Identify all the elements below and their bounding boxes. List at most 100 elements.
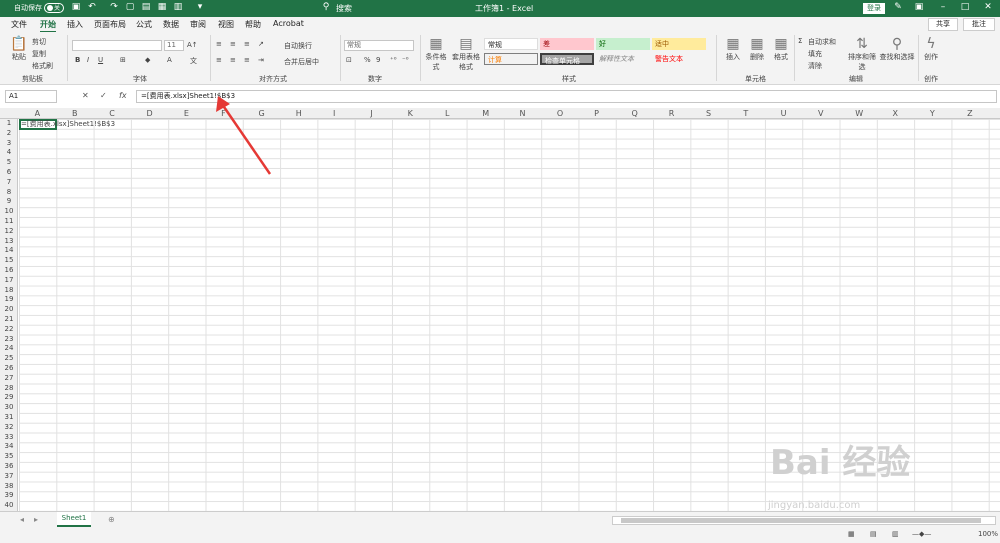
redo-icon[interactable]: ↷ xyxy=(108,2,120,14)
row-header[interactable]: 13 xyxy=(2,237,16,245)
style-normal[interactable]: 常规 xyxy=(484,38,538,50)
column-header[interactable]: O xyxy=(557,109,563,118)
style-check-cell[interactable]: 检查单元格 xyxy=(540,53,594,65)
sort-filter-button[interactable]: ⇅ 排序和筛选 xyxy=(845,36,879,72)
column-header[interactable]: E xyxy=(184,109,189,118)
style-neutral[interactable]: 适中 xyxy=(652,38,706,50)
row-header[interactable]: 40 xyxy=(2,501,16,509)
row-header[interactable]: 30 xyxy=(2,403,16,411)
decrease-decimal-icon[interactable]: ⁻⁰ xyxy=(402,56,409,64)
column-header[interactable]: Z xyxy=(967,109,972,118)
row-header[interactable]: 34 xyxy=(2,442,16,450)
column-header[interactable]: N xyxy=(520,109,526,118)
column-header[interactable]: S xyxy=(706,109,711,118)
column-header[interactable]: C xyxy=(109,109,115,118)
number-format-combo[interactable]: 常规 xyxy=(344,40,414,51)
column-header[interactable]: H xyxy=(296,109,302,118)
row-header[interactable]: 23 xyxy=(2,335,16,343)
tab-page-layout[interactable]: 页面布局 xyxy=(94,19,126,30)
autosave-toggle[interactable]: 关 xyxy=(44,3,64,13)
row-header[interactable]: 21 xyxy=(2,315,16,323)
normal-view-icon[interactable]: ▦ xyxy=(848,530,855,538)
enter-icon[interactable]: ✓ xyxy=(100,91,107,100)
column-header[interactable]: Y xyxy=(930,109,935,118)
font-size-combo[interactable]: 11 xyxy=(164,40,184,51)
tab-data[interactable]: 数据 xyxy=(163,19,179,30)
align-right-icon[interactable]: ≡ xyxy=(244,56,250,64)
row-header[interactable]: 39 xyxy=(2,491,16,499)
tab-insert[interactable]: 插入 xyxy=(67,19,83,30)
column-header[interactable]: B xyxy=(72,109,78,118)
row-header[interactable]: 22 xyxy=(2,325,16,333)
add-sheet-icon[interactable]: ⊕ xyxy=(108,515,115,524)
currency-icon[interactable]: ⊡ xyxy=(346,56,352,64)
column-header[interactable]: L xyxy=(445,109,449,118)
tab-home[interactable]: 开始 xyxy=(40,19,56,33)
row-header[interactable]: 37 xyxy=(2,472,16,480)
row-header[interactable]: 33 xyxy=(2,433,16,441)
font-color-icon[interactable]: A xyxy=(167,56,172,64)
comma-icon[interactable]: 9 xyxy=(376,56,380,64)
column-header[interactable]: X xyxy=(893,109,898,118)
format-painter-button[interactable]: 格式刷 xyxy=(32,61,53,71)
tab-acrobat[interactable]: Acrobat xyxy=(273,19,304,28)
comment-button[interactable]: 批注 xyxy=(963,18,995,31)
quick-print-icon[interactable]: ▥ xyxy=(172,2,184,14)
conditional-format-button[interactable]: ▦ 条件格式 xyxy=(423,36,449,72)
minimize-icon[interactable]: – xyxy=(936,2,950,12)
row-header[interactable]: 1 xyxy=(2,119,16,127)
row-header[interactable]: 7 xyxy=(2,178,16,186)
login-button[interactable]: 登录 xyxy=(863,3,885,14)
wrap-text-button[interactable]: 自动换行 xyxy=(284,41,312,51)
maximize-icon[interactable]: □ xyxy=(958,2,972,12)
orientation-icon[interactable]: ↗ xyxy=(258,40,264,48)
row-header[interactable]: 17 xyxy=(2,276,16,284)
row-header[interactable]: 38 xyxy=(2,482,16,490)
row-header[interactable]: 26 xyxy=(2,364,16,372)
phonetic-icon[interactable]: 文 xyxy=(190,56,197,66)
next-sheet-icon[interactable]: ▸ xyxy=(34,515,38,524)
row-header[interactable]: 15 xyxy=(2,256,16,264)
align-bottom-icon[interactable]: ≡ xyxy=(244,40,250,48)
row-header[interactable]: 25 xyxy=(2,354,16,362)
style-calculation[interactable]: 计算 xyxy=(484,53,538,65)
zoom-level[interactable]: 100% xyxy=(978,530,998,538)
new-file-icon[interactable]: ▢ xyxy=(124,2,136,14)
page-layout-view-icon[interactable]: ▤ xyxy=(870,530,877,538)
page-break-view-icon[interactable]: ▥ xyxy=(892,530,899,538)
row-header[interactable]: 6 xyxy=(2,168,16,176)
style-warning[interactable]: 警告文本 xyxy=(652,53,706,65)
row-header[interactable]: 18 xyxy=(2,286,16,294)
prev-sheet-icon[interactable]: ◂ xyxy=(20,515,24,524)
borders-icon[interactable]: ⊞ xyxy=(120,56,126,64)
align-center-icon[interactable]: ≡ xyxy=(230,56,236,64)
row-header[interactable]: 12 xyxy=(2,227,16,235)
row-header[interactable]: 24 xyxy=(2,344,16,352)
copy-button[interactable]: 复制 xyxy=(32,49,46,59)
pen-icon[interactable]: ✎ xyxy=(891,2,905,12)
row-header[interactable]: 27 xyxy=(2,374,16,382)
tab-formulas[interactable]: 公式 xyxy=(136,19,152,30)
delete-cells-button[interactable]: ▦ 删除 xyxy=(746,36,768,62)
scroll-thumb[interactable] xyxy=(621,518,981,523)
row-header[interactable]: 4 xyxy=(2,148,16,156)
print-preview-icon[interactable]: ▦ xyxy=(156,2,168,14)
undo-icon[interactable]: ↶ xyxy=(86,2,98,14)
row-header[interactable]: 32 xyxy=(2,423,16,431)
format-as-table-button[interactable]: ▤ 套用表格格式 xyxy=(452,36,480,72)
tab-help[interactable]: 帮助 xyxy=(245,19,261,30)
create-button[interactable]: ϟ 创作 xyxy=(922,36,940,62)
tab-file[interactable]: 文件 xyxy=(11,19,27,30)
style-bad[interactable]: 差 xyxy=(540,38,594,50)
column-header[interactable]: I xyxy=(333,109,335,118)
clear-button[interactable]: 清除 xyxy=(808,61,822,71)
fill-button[interactable]: 填充 xyxy=(808,49,822,59)
find-select-button[interactable]: ⚲ 查找和选择 xyxy=(879,36,915,62)
column-header[interactable]: W xyxy=(855,109,863,118)
row-header[interactable]: 29 xyxy=(2,393,16,401)
autosum-button[interactable]: 自动求和 xyxy=(808,37,836,47)
cut-button[interactable]: 剪切 xyxy=(32,37,46,47)
column-header[interactable]: V xyxy=(818,109,823,118)
column-header[interactable]: P xyxy=(594,109,599,118)
align-top-icon[interactable]: ≡ xyxy=(216,40,222,48)
